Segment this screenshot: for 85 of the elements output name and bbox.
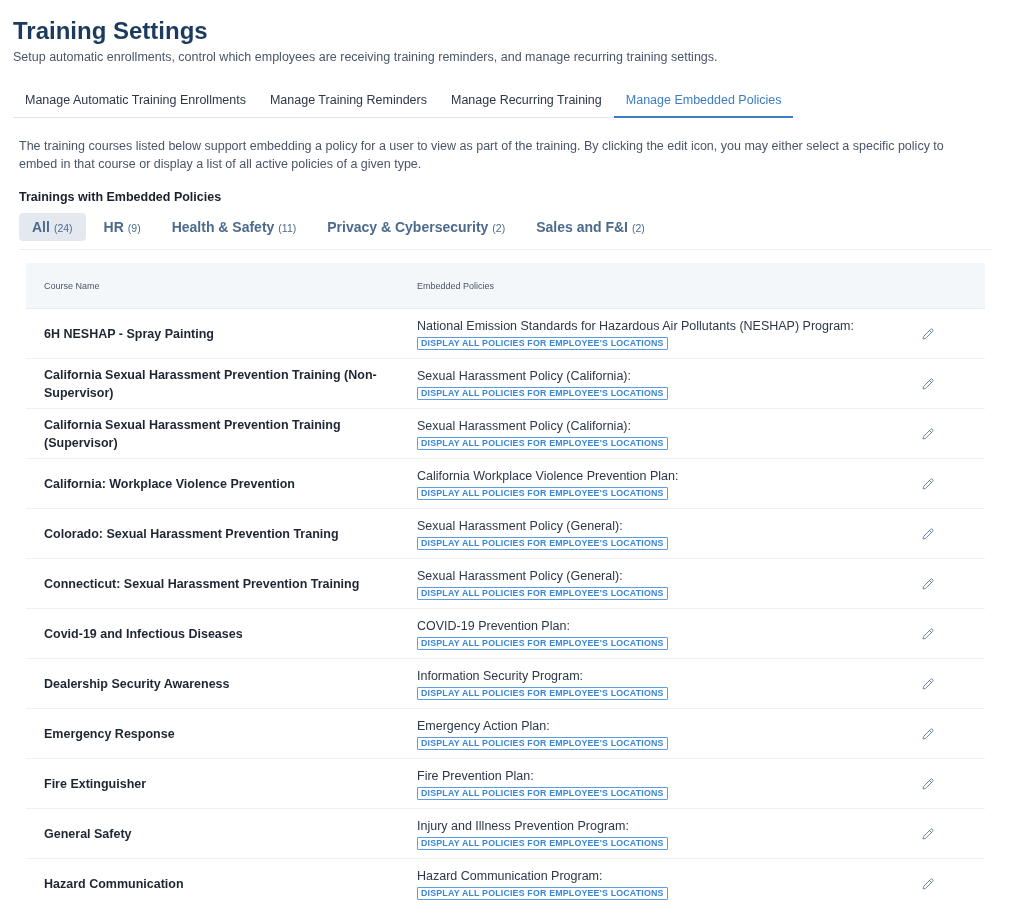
pencil-icon xyxy=(922,527,934,540)
filter-count: (2) xyxy=(632,221,645,234)
course-name: Colorado: Sexual Harassment Prevention Traning xyxy=(43,525,340,543)
page-title: Training Settings xyxy=(13,16,209,46)
pencil-icon xyxy=(922,427,934,440)
course-name: California Sexual Harassment Prevention Training (Supervisor) xyxy=(43,416,342,452)
policy-name: Fire Prevention Plan: xyxy=(417,767,534,784)
policy-tag: DISPLAY ALL POLICIES FOR EMPLOYEE'S LOCATIONS xyxy=(417,886,668,900)
settings-tab[interactable]: Manage Recurring Training xyxy=(439,86,614,118)
pencil-icon xyxy=(922,827,934,840)
course-name: General Safety xyxy=(43,825,133,843)
description-text: The training courses listed below support embedding a policy for a user to view as part of the training. By clicking the edit icon, you may either select a specific policy to embed in that course or display a list of all active policies of a given type. xyxy=(19,138,945,173)
course-name: Dealership Security Awareness xyxy=(43,675,231,693)
policy-name: Sexual Harassment Policy (California): xyxy=(417,417,631,434)
policy-name: Injury and Illness Prevention Program: xyxy=(417,817,629,834)
filter-label: HR xyxy=(103,219,124,235)
policy-tag: DISPLAY ALL POLICIES FOR EMPLOYEE'S LOCATIONS xyxy=(417,836,668,850)
policy-tag: DISPLAY ALL POLICIES FOR EMPLOYEE'S LOCATIONS xyxy=(417,686,668,700)
edit-button[interactable] xyxy=(922,427,934,440)
pencil-icon xyxy=(922,877,934,890)
course-name: 6H NESHAP - Spray Painting xyxy=(43,325,215,343)
edit-button[interactable] xyxy=(922,527,934,540)
pencil-icon xyxy=(922,727,934,740)
pencil-icon xyxy=(922,377,934,390)
course-name: Emergency Response xyxy=(43,725,176,743)
column-header: Embedded Policies xyxy=(417,280,495,291)
policy-name: Sexual Harassment Policy (General): xyxy=(417,517,623,534)
filter-label: Sales and F&I xyxy=(536,219,628,235)
policy-name: COVID-19 Prevention Plan: xyxy=(417,617,570,634)
policy-tag: DISPLAY ALL POLICIES FOR EMPLOYEE'S LOCATIONS xyxy=(417,636,668,650)
policy-tag: DISPLAY ALL POLICIES FOR EMPLOYEE'S LOCATIONS xyxy=(417,486,668,500)
course-name: California: Workplace Violence Prevention xyxy=(43,475,296,493)
edit-button[interactable] xyxy=(922,727,934,740)
pencil-icon xyxy=(922,777,934,790)
policy-name: California Workplace Violence Prevention Plan: xyxy=(417,467,679,484)
policy-name: Information Security Program: xyxy=(417,667,584,684)
filter-label: Privacy & Cybersecurity xyxy=(327,219,489,235)
edit-button[interactable] xyxy=(922,577,934,590)
pencil-icon xyxy=(922,327,934,340)
policy-tag: DISPLAY ALL POLICIES FOR EMPLOYEE'S LOCATIONS xyxy=(417,336,668,350)
policy-tag: DISPLAY ALL POLICIES FOR EMPLOYEE'S LOCATIONS xyxy=(417,586,668,600)
settings-tab[interactable]: Manage Embedded Policies xyxy=(613,86,794,118)
category-filter[interactable]: HR (9) xyxy=(90,213,154,241)
course-name: Covid-19 and Infectious Diseases xyxy=(43,625,244,643)
page-subtitle: Setup automatic enrollments, control which employees are receiving training reminders, and manage recurring training settings. xyxy=(13,49,719,66)
course-name: Connecticut: Sexual Harassment Prevention Training xyxy=(43,575,361,593)
filter-count: (2) xyxy=(492,221,506,234)
policy-name: Sexual Harassment Policy (General): xyxy=(417,567,623,584)
settings-tab[interactable]: Manage Automatic Training Enrollments xyxy=(13,86,258,118)
policy-name: Hazard Communication Program: xyxy=(417,867,603,884)
section-title: Trainings with Embedded Policies xyxy=(19,189,223,205)
column-header: Course Name xyxy=(43,280,100,291)
category-filter[interactable]: Sales and F&I (2) xyxy=(523,213,658,241)
course-name: California Sexual Harassment Prevention Training (Non-Supervisor) xyxy=(43,366,378,402)
policy-tag: DISPLAY ALL POLICIES FOR EMPLOYEE'S LOCATIONS xyxy=(417,536,668,550)
edit-button[interactable] xyxy=(922,677,934,690)
filter-count: (24) xyxy=(53,221,73,234)
policy-name: Emergency Action Plan: xyxy=(417,717,550,734)
category-filter[interactable]: Privacy & Cybersecurity (2) xyxy=(314,213,519,241)
category-filter[interactable]: Health & Safety (11) xyxy=(158,213,310,241)
filter-label: Health & Safety xyxy=(171,219,275,235)
category-filter[interactable]: All (24) xyxy=(19,213,86,241)
pencil-icon xyxy=(922,627,934,640)
course-name: Hazard Communication xyxy=(43,875,185,893)
policy-name: Sexual Harassment Policy (California): xyxy=(417,367,631,384)
policy-tag: DISPLAY ALL POLICIES FOR EMPLOYEE'S LOCATIONS xyxy=(417,786,668,800)
pencil-icon xyxy=(922,477,934,490)
edit-button[interactable] xyxy=(922,477,934,490)
pencil-icon xyxy=(922,577,934,590)
policy-name: National Emission Standards for Hazardous Air Pollutants (NESHAP) Program: xyxy=(417,317,854,334)
policy-tag: DISPLAY ALL POLICIES FOR EMPLOYEE'S LOCATIONS xyxy=(417,436,668,450)
settings-tab[interactable]: Manage Training Reminders xyxy=(257,86,439,118)
edit-button[interactable] xyxy=(922,777,934,790)
pencil-icon xyxy=(922,677,934,690)
filter-count: (9) xyxy=(127,221,141,234)
policy-tag: DISPLAY ALL POLICIES FOR EMPLOYEE'S LOCATIONS xyxy=(417,386,668,400)
edit-button[interactable] xyxy=(922,877,934,890)
edit-button[interactable] xyxy=(922,827,934,840)
filter-count: (11) xyxy=(278,221,297,234)
edit-button[interactable] xyxy=(922,327,934,340)
filter-label: All xyxy=(32,219,50,235)
course-name: Fire Extinguisher xyxy=(43,775,148,793)
edit-button[interactable] xyxy=(922,627,934,640)
policy-tag: DISPLAY ALL POLICIES FOR EMPLOYEE'S LOCATIONS xyxy=(417,736,668,750)
edit-button[interactable] xyxy=(922,377,934,390)
